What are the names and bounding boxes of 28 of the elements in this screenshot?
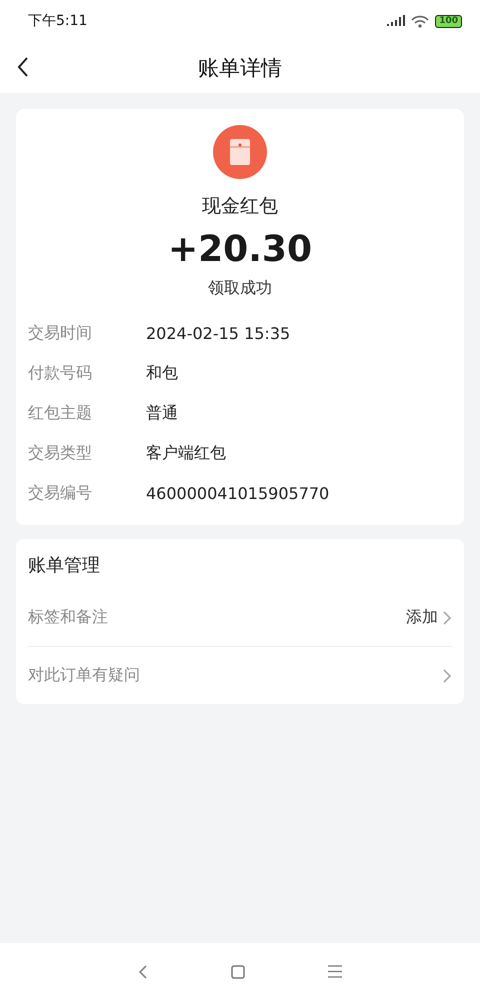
wifi-icon — [411, 14, 430, 28]
section-title: 账单管理 — [27, 554, 101, 578]
detail-label: 交易类型 — [28, 442, 93, 464]
chevron-right-icon — [442, 610, 452, 626]
envelope-icon — [213, 125, 267, 179]
item-name: 现金红包 — [202, 194, 278, 219]
status-time: 下午5:11 — [28, 12, 88, 30]
detail-label: 红包主题 — [28, 402, 93, 424]
detail-value: 客户端红包 — [146, 442, 226, 464]
add-link[interactable]: 添加 — [406, 607, 438, 628]
detail-label: 交易时间 — [28, 322, 93, 344]
menu-item-label[interactable]: 对此订单有疑问 — [28, 665, 140, 686]
amount: +20.30 — [168, 229, 312, 270]
battery-indicator: 100 — [435, 14, 462, 28]
back-nav-icon[interactable] — [137, 964, 149, 980]
menu-icon[interactable] — [327, 965, 343, 978]
detail-value: 和包 — [146, 362, 178, 384]
page-title: 账单详情 — [198, 54, 282, 82]
menu-item-label[interactable]: 标签和备注 — [28, 607, 108, 628]
status-text: 领取成功 — [208, 278, 272, 299]
detail-value: 460000041015905770 — [146, 484, 330, 502]
detail-label: 交易编号 — [28, 482, 93, 504]
detail-label: 付款号码 — [28, 362, 93, 384]
chevron-right-icon — [442, 668, 452, 684]
detail-value: 2024-02-15 15:35 — [146, 324, 290, 342]
detail-value: 普通 — [146, 402, 178, 424]
signal-icon — [387, 15, 406, 27]
home-icon[interactable] — [231, 964, 245, 978]
